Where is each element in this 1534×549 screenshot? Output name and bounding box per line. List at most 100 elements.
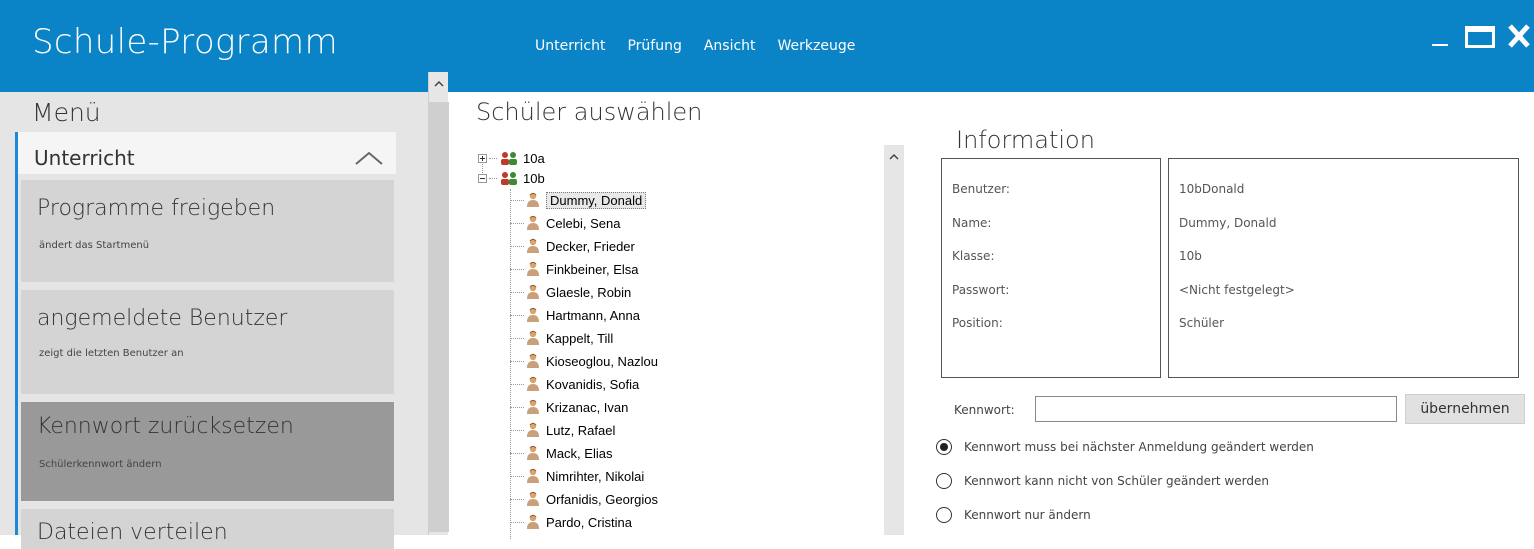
- radio-button[interactable]: [936, 439, 952, 455]
- tree-student-label: Decker, Frieder: [546, 238, 635, 254]
- chevron-up-icon[interactable]: [354, 150, 384, 166]
- person-icon: [527, 399, 539, 414]
- tree-connector: [510, 360, 524, 362]
- label-position: Position:: [952, 316, 1003, 330]
- tree-student-item[interactable]: Kioseoglou, Nazlou: [510, 350, 658, 372]
- radio-button[interactable]: [936, 507, 952, 523]
- info-values-box: 10bDonald Dummy, Donald 10b <Nicht festg…: [1168, 158, 1519, 378]
- tree-connector: [510, 429, 524, 431]
- student-select-heading: Schüler auswählen: [476, 98, 703, 126]
- tree-student-item[interactable]: Nimrihter, Nikolai: [510, 465, 644, 487]
- tree-student-item[interactable]: Krizanac, Ivan: [510, 396, 628, 418]
- radio-button[interactable]: [936, 473, 952, 489]
- tree-student-label: Lutz, Rafael: [546, 422, 616, 438]
- tree-student-item[interactable]: Orfanidis, Georgios: [510, 488, 658, 510]
- tile-title: Dateien verteilen: [37, 520, 228, 545]
- tree-student-item[interactable]: Dummy, Donald: [510, 189, 647, 211]
- close-icon: [1508, 24, 1530, 48]
- main-menu: Unterricht Prüfung Ansicht Werkzeuge: [535, 38, 855, 54]
- tree-connector: [489, 157, 497, 159]
- tree-connector: [510, 222, 524, 224]
- menu-werkzeuge[interactable]: Werkzeuge: [778, 38, 856, 54]
- app-title: Schule-Programm: [32, 22, 338, 62]
- tree-group-10a[interactable]: 10a: [478, 147, 545, 169]
- sidebar-scroll-thumb[interactable]: [429, 102, 449, 532]
- maximize-button[interactable]: [1465, 26, 1495, 48]
- close-button[interactable]: [1506, 18, 1534, 54]
- tree-connector: [510, 498, 524, 500]
- tree-group-10b[interactable]: 10b: [478, 167, 545, 189]
- section-header-unterricht[interactable]: Unterricht: [18, 132, 396, 174]
- tree-connector: [510, 406, 524, 408]
- radio-option-only-change[interactable]: Kennwort nur ändern: [936, 507, 1091, 523]
- tile-angemeldete-benutzer[interactable]: angemeldete Benutzer zeigt die letzten B…: [21, 290, 394, 394]
- radio-option-must-change[interactable]: Kennwort muss bei nächster Anmeldung geä…: [936, 439, 1314, 455]
- tree-student-label: Mack, Elias: [546, 445, 613, 461]
- label-class: Klasse:: [952, 249, 995, 263]
- tree-student-label: Glaesle, Robin: [546, 284, 632, 300]
- tree-student-label: Kovanidis, Sofia: [546, 376, 640, 392]
- scroll-up-arrow-icon[interactable]: [889, 153, 899, 161]
- tree-connector: [510, 521, 524, 523]
- tile-title: Kennwort zurücksetzen: [37, 414, 294, 439]
- tree-student-label: Orfanidis, Georgios: [546, 491, 658, 507]
- tree-student-item[interactable]: Kappelt, Till: [510, 327, 613, 349]
- tile-title: angemeldete Benutzer: [37, 306, 288, 331]
- minimize-button[interactable]: [1432, 44, 1448, 46]
- tree-connector: [510, 268, 524, 270]
- info-labels-box: Benutzer: Name: Klasse: Passwort: Positi…: [941, 158, 1161, 378]
- tree-connector: [510, 452, 524, 454]
- tree-student-label: Kioseoglou, Nazlou: [546, 353, 659, 369]
- menu-pruefung[interactable]: Prüfung: [627, 38, 681, 54]
- tree-connector: [510, 314, 524, 316]
- sidebar-heading: Menü: [32, 98, 101, 127]
- password-input[interactable]: [1035, 396, 1397, 422]
- tree-student-item[interactable]: Decker, Frieder: [510, 235, 635, 257]
- sidebar-scrollbar[interactable]: [428, 72, 449, 535]
- person-icon: [527, 284, 539, 299]
- tree-connector: [510, 383, 524, 385]
- tree-student-item[interactable]: Pardo, Cristina: [510, 511, 632, 533]
- tree-student-label: Kappelt, Till: [546, 330, 614, 346]
- tree-connector: [510, 337, 524, 339]
- person-icon: [527, 215, 539, 230]
- tree-connector: [510, 199, 524, 201]
- tree-student-item[interactable]: Kovanidis, Sofia: [510, 373, 639, 395]
- tree-student-item[interactable]: Glaesle, Robin: [510, 281, 631, 303]
- radio-label: Kennwort kann nicht von Schüler geändert…: [964, 474, 1269, 488]
- tree-student-item[interactable]: Finkbeiner, Elsa: [510, 258, 639, 280]
- tree-group-label: 10b: [523, 170, 545, 186]
- section-header-label: Unterricht: [34, 146, 135, 170]
- tree-student-item[interactable]: Lutz, Rafael: [510, 419, 615, 441]
- tile-kennwort-zuruecksetzen[interactable]: Kennwort zurücksetzen Schülerkennwort än…: [21, 402, 394, 501]
- student-tree: 10a 10b Dummy, Donald Celebi, Sena Decker,…: [470, 145, 880, 539]
- scroll-up-arrow-icon[interactable]: [434, 80, 444, 88]
- menu-ansicht[interactable]: Ansicht: [704, 38, 756, 54]
- group-icon: [501, 152, 517, 165]
- value-class: 10b: [1179, 249, 1202, 263]
- tree-student-item[interactable]: Hartmann, Anna: [510, 304, 640, 326]
- sidebar: Menü Unterricht Programme freigeben ände…: [0, 92, 428, 549]
- person-icon: [527, 445, 539, 460]
- expand-icon[interactable]: [478, 153, 487, 163]
- menu-unterricht[interactable]: Unterricht: [535, 38, 605, 54]
- tile-programme-freigeben[interactable]: Programme freigeben ändert das Startmenü: [21, 180, 394, 282]
- sidebar-accent-bar: [15, 132, 18, 535]
- radio-option-cannot-change[interactable]: Kennwort kann nicht von Schüler geändert…: [936, 473, 1269, 489]
- person-icon: [527, 376, 539, 391]
- label-password: Passwort:: [952, 283, 1010, 297]
- tree-student-label: Celebi, Sena: [546, 215, 621, 231]
- tree-scrollbar[interactable]: [884, 145, 904, 535]
- tree-student-label: Hartmann, Anna: [546, 307, 640, 323]
- apply-button[interactable]: übernehmen: [1405, 394, 1525, 424]
- person-icon: [527, 238, 539, 253]
- collapse-icon[interactable]: [478, 173, 487, 183]
- value-user: 10bDonald: [1179, 182, 1245, 196]
- tree-group-label: 10a: [523, 150, 545, 166]
- tile-dateien-verteilen[interactable]: Dateien verteilen: [21, 509, 394, 549]
- tree-student-item[interactable]: Celebi, Sena: [510, 212, 620, 234]
- tree-student-label: Finkbeiner, Elsa: [546, 261, 639, 277]
- tree-student-item[interactable]: Mack, Elias: [510, 442, 612, 464]
- person-icon: [527, 468, 539, 483]
- info-heading: Information: [956, 126, 1095, 154]
